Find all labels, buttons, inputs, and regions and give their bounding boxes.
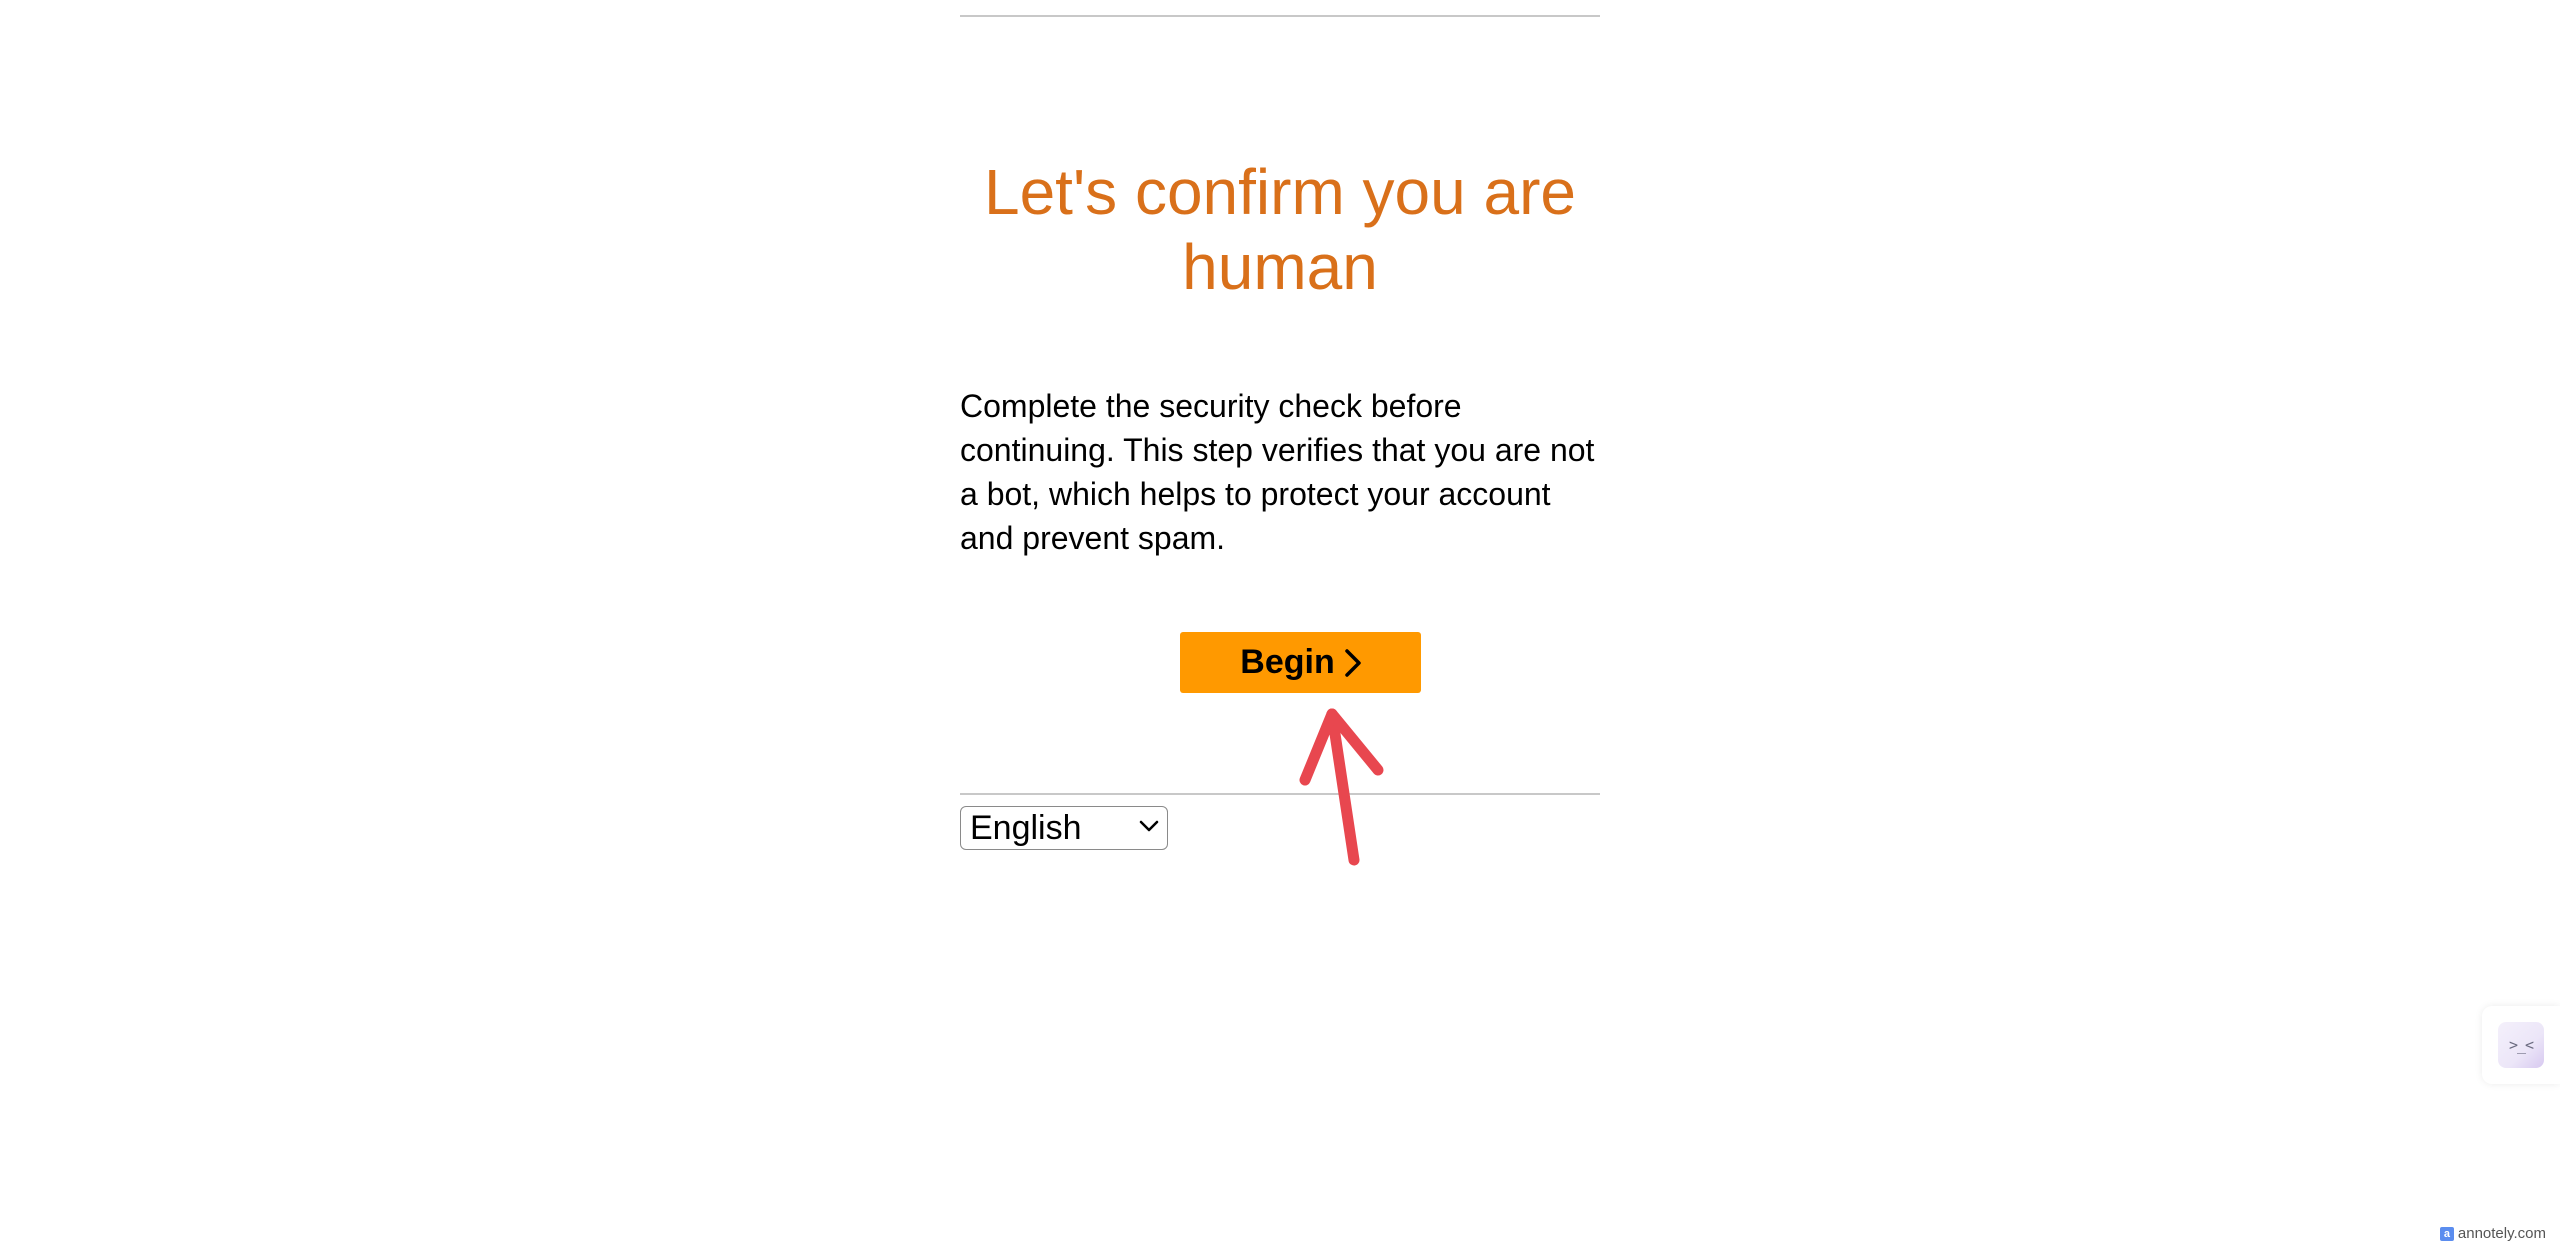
watermark: a annotely.com [2439, 1225, 2546, 1242]
page: Let's confirm you are human Complete the… [0, 0, 2560, 1252]
chevron-down-icon [1139, 820, 1159, 832]
watermark-text: annotely.com [2457, 1225, 2546, 1242]
title-line-2: human [1182, 231, 1378, 303]
annotely-logo-icon: a [2439, 1226, 2454, 1241]
begin-button[interactable]: Begin [1180, 632, 1421, 693]
chevron-right-icon [1344, 648, 1361, 677]
top-divider [960, 15, 1600, 17]
face-icon: >_< [2498, 1022, 2544, 1068]
language-select[interactable]: English [960, 806, 1168, 850]
description-text: Complete the security check before conti… [960, 388, 1595, 556]
title-line-1: Let's confirm you are [983, 156, 1577, 228]
annotation-arrow-icon [1299, 708, 1384, 866]
side-widget[interactable]: >_< [2482, 1006, 2560, 1084]
page-title: Let's confirm you are human [960, 155, 1600, 305]
begin-button-label: Begin [1240, 643, 1335, 681]
language-select-value: English [970, 809, 1082, 847]
bottom-divider [960, 793, 1600, 795]
